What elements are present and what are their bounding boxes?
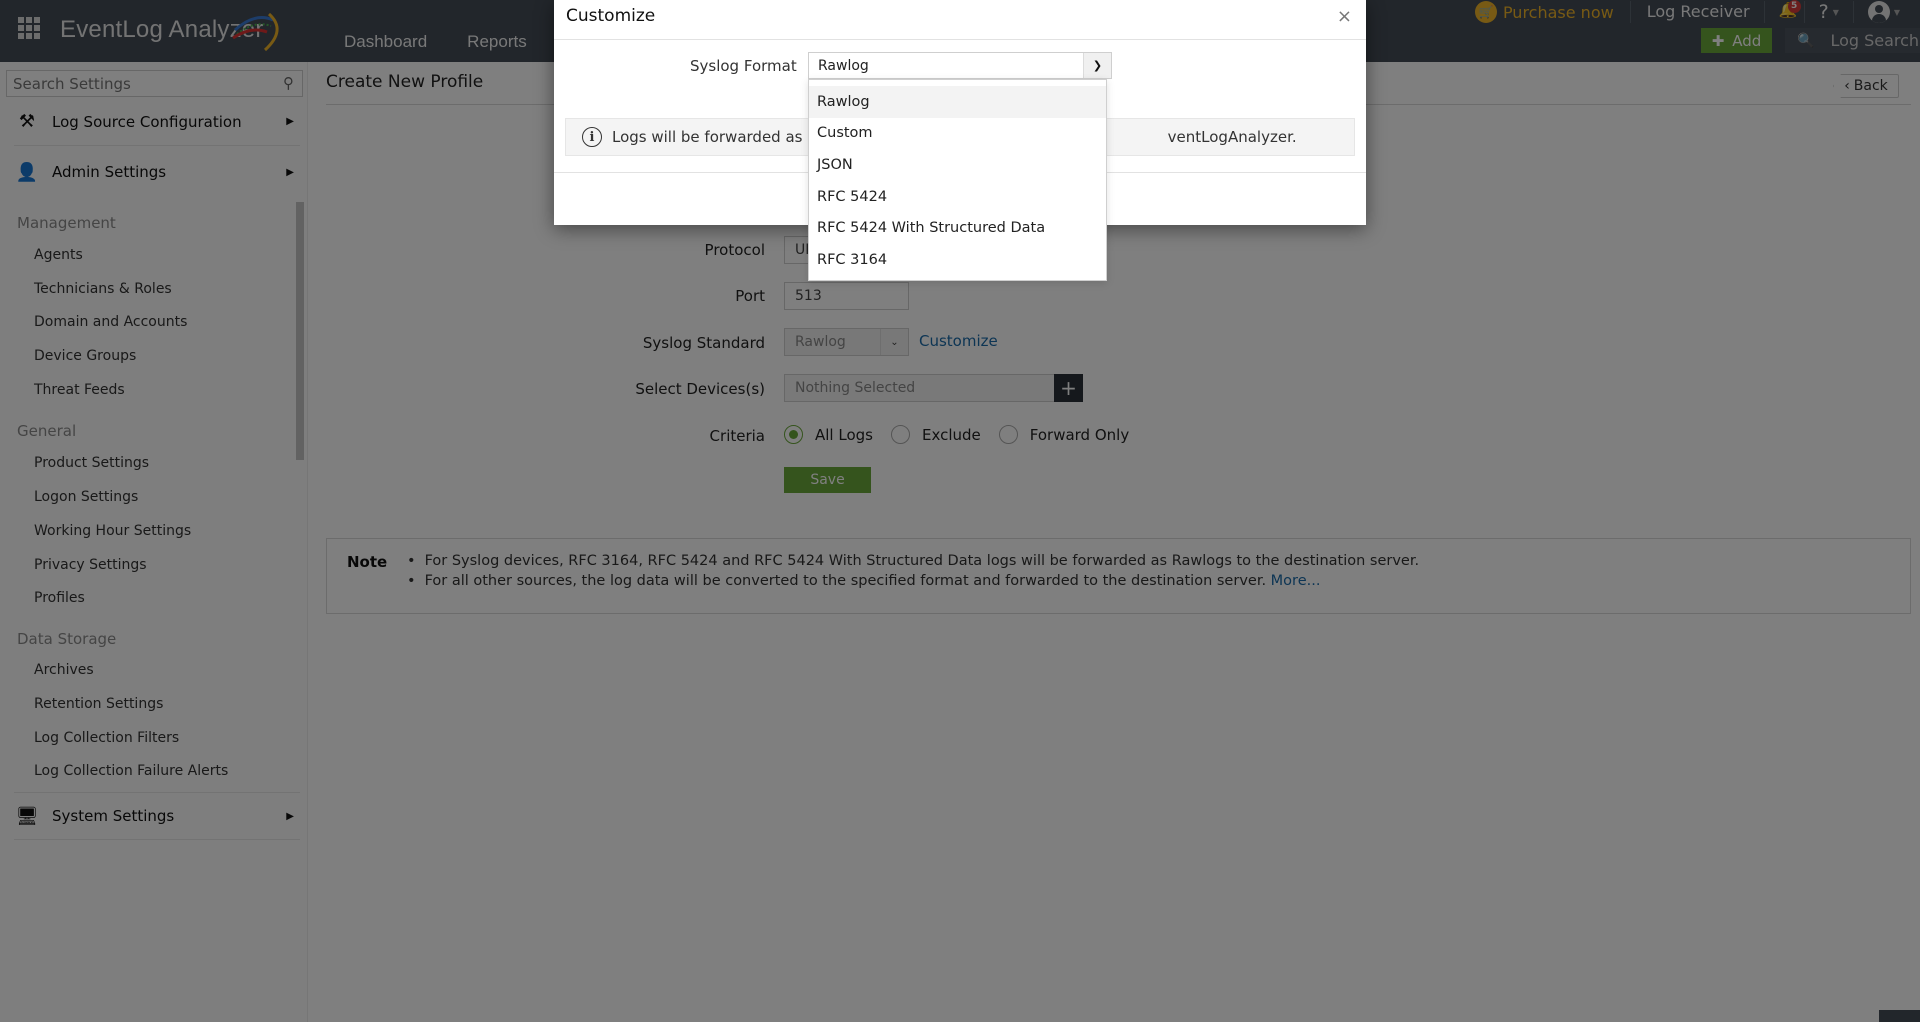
- syslog-format-dropdown: Rawlog Custom JSON RFC 5424 RFC 5424 Wit…: [808, 79, 1107, 281]
- modal-title: Customize: [566, 6, 656, 26]
- dropdown-option-custom[interactable]: Custom: [809, 118, 1106, 150]
- close-icon[interactable]: ×: [1337, 6, 1352, 27]
- info-text-left: Logs will be forwarded as R: [612, 128, 818, 146]
- syslog-format-value: Rawlog: [818, 57, 869, 74]
- chevron-down-icon[interactable]: ❯: [1083, 53, 1111, 78]
- modal-header-divider: [554, 39, 1366, 40]
- dropdown-option-rfc3164[interactable]: RFC 3164: [809, 244, 1106, 276]
- info-text-right: ventLogAnalyzer.: [1167, 128, 1297, 146]
- dropdown-option-rfc5424[interactable]: RFC 5424: [809, 181, 1106, 213]
- dropdown-option-json[interactable]: JSON: [809, 149, 1106, 181]
- dropdown-option-rawlog[interactable]: Rawlog: [809, 86, 1106, 118]
- info-icon: i: [582, 127, 602, 147]
- syslog-format-select[interactable]: Rawlog ❯: [808, 52, 1112, 79]
- dropdown-option-rfc5424-structured[interactable]: RFC 5424 With Structured Data: [809, 212, 1106, 244]
- syslog-format-label: Syslog Format: [690, 57, 797, 75]
